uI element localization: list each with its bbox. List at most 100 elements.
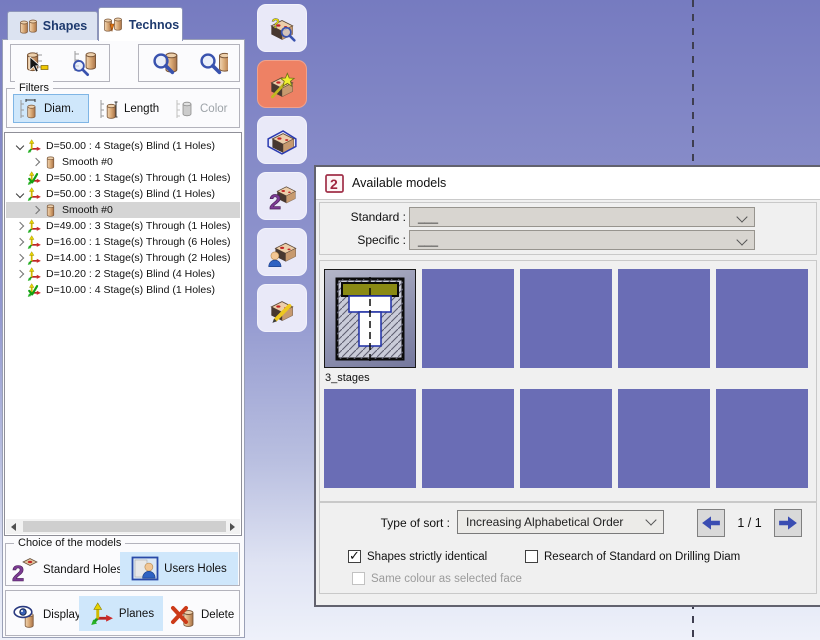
display-label: Display xyxy=(43,609,81,621)
arrow-right-icon xyxy=(778,515,798,531)
tree-item-label: D=16.00 : 1 Stage(s) Through (6 Holes) xyxy=(46,236,231,248)
expander-collapsed-icon[interactable] xyxy=(15,222,23,230)
sort-label: Type of sort : xyxy=(324,516,450,530)
expander-expanded-icon[interactable] xyxy=(15,190,23,198)
users-holes-icon xyxy=(131,556,159,581)
model-slot-empty xyxy=(422,389,514,488)
filter-length-button[interactable]: Length xyxy=(93,94,167,123)
tab-shapes-label: Shapes xyxy=(43,19,87,33)
tree-item[interactable]: D=50.00 : 3 Stage(s) Blind (1 Holes) xyxy=(6,186,240,202)
tree-item-label: Smooth #0 xyxy=(62,204,113,216)
expander-collapsed-icon[interactable] xyxy=(15,254,23,262)
tab-shapes[interactable]: Shapes xyxy=(7,11,98,40)
users-holes-label: Users Holes xyxy=(164,563,227,575)
user-holes-models-button[interactable] xyxy=(257,228,307,276)
dialog-title: Available models xyxy=(352,176,446,190)
analyze-hole-button[interactable]: ? xyxy=(257,4,307,52)
length-filter-icon xyxy=(99,98,119,120)
edit-hole-button[interactable] xyxy=(257,284,307,332)
tree-item[interactable]: D=10.20 : 2 Stage(s) Blind (4 Holes) xyxy=(6,266,240,282)
research-standard-drilling-label: Research of Standard on Drilling Diam xyxy=(544,550,740,564)
filter-diameter-button[interactable]: Diam. xyxy=(13,94,89,123)
scroll-left-arrow[interactable] xyxy=(6,519,21,534)
expander-expanded-icon[interactable] xyxy=(15,142,23,150)
tab-technos[interactable]: Technos xyxy=(98,7,183,41)
select-hole-button[interactable] xyxy=(14,47,58,79)
tree-item-label: D=10.20 : 2 Stage(s) Blind (4 Holes) xyxy=(46,268,215,280)
tree-item-selected[interactable]: Smooth #0 xyxy=(6,202,240,218)
zoom-selected-hole-button[interactable] xyxy=(143,47,187,79)
sort-dropdown[interactable]: Increasing Alphabetical Order xyxy=(457,510,664,534)
next-page-button[interactable] xyxy=(774,509,802,537)
select-hole-icon xyxy=(21,49,51,77)
filter-color-button[interactable]: Color xyxy=(169,94,241,123)
filters-group: Filters Diam. Length Color xyxy=(6,88,240,128)
tree-item[interactable]: D=50.00 : 4 Stage(s) Blind (1 Holes) xyxy=(6,138,240,154)
model-slot-empty xyxy=(324,389,416,488)
same-colour-checkbox xyxy=(352,572,365,585)
tree-item[interactable]: Smooth #0 xyxy=(6,154,240,170)
recognize-holes-button[interactable] xyxy=(257,60,307,108)
search-hole-tree-button[interactable] xyxy=(62,47,106,79)
chevron-down-icon xyxy=(736,211,747,222)
axis-triad-icon xyxy=(27,219,42,234)
tree-item-label: Smooth #0 xyxy=(62,156,113,168)
tree-item[interactable]: D=50.00 : 1 Stage(s) Through (1 Holes) xyxy=(6,170,240,186)
zoom-all-holes-icon xyxy=(198,49,228,77)
specific-field-label: Specific : xyxy=(324,233,406,247)
zoom-all-holes-button[interactable] xyxy=(191,47,235,79)
holes-tree[interactable]: D=50.00 : 4 Stage(s) Blind (1 Holes) Smo… xyxy=(4,132,242,536)
expander-collapsed-icon[interactable] xyxy=(31,206,39,214)
display-button[interactable]: Display xyxy=(7,599,86,631)
shapes-strictly-identical-label: Shapes strictly identical xyxy=(367,550,487,564)
tree-item-label: D=10.00 : 4 Stage(s) Blind (1 Holes) xyxy=(46,284,215,296)
dialog-titlebar[interactable]: 2 Available models xyxy=(316,167,820,200)
model-slot-empty xyxy=(716,389,808,488)
cylinder-icon xyxy=(43,155,58,170)
toolbar-group-edit xyxy=(10,44,110,82)
tree-item[interactable]: D=10.00 : 4 Stage(s) Blind (1 Holes) xyxy=(6,282,240,298)
tree-item[interactable]: D=49.00 : 3 Stage(s) Through (1 Holes) xyxy=(6,218,240,234)
tree-item[interactable]: D=16.00 : 1 Stage(s) Through (6 Holes) xyxy=(6,234,240,250)
available-models-dialog: 2 Available models Standard : ___ Specif… xyxy=(314,165,820,607)
display-eye-icon xyxy=(12,602,38,629)
shapes-strictly-identical-checkbox[interactable] xyxy=(348,550,361,563)
tree-horizontal-scrollbar[interactable] xyxy=(6,519,240,534)
scrollbar-thumb[interactable] xyxy=(23,521,226,532)
previous-page-button[interactable] xyxy=(697,509,725,537)
planes-button[interactable]: Planes xyxy=(79,596,163,631)
tab-technos-label: Technos xyxy=(129,18,179,32)
standard-dropdown[interactable]: ___ xyxy=(409,207,755,227)
face-selection-button[interactable] xyxy=(257,116,307,164)
expander-collapsed-icon[interactable] xyxy=(15,238,23,246)
expander-collapsed-icon[interactable] xyxy=(15,270,23,278)
standard-field-label: Standard : xyxy=(324,210,406,224)
svg-text:2: 2 xyxy=(12,561,24,584)
expander-collapsed-icon[interactable] xyxy=(31,158,39,166)
scroll-right-arrow[interactable] xyxy=(225,519,240,534)
zoom-selected-hole-icon xyxy=(150,49,180,77)
cylinder-icon xyxy=(43,203,58,218)
3-stages-cross-section-drawing xyxy=(328,273,412,364)
user-block-icon xyxy=(266,237,298,267)
research-standard-drilling-checkbox[interactable] xyxy=(525,550,538,563)
standard-dropdown-value: ___ xyxy=(418,210,438,224)
standard-holes-button[interactable]: 2 Standard Holes xyxy=(6,554,127,586)
sort-dropdown-value: Increasing Alphabetical Order xyxy=(466,515,623,529)
specific-dropdown[interactable]: ___ xyxy=(409,230,755,250)
outlined-face-block-icon xyxy=(266,125,298,155)
model-thumbnail-3-stages[interactable] xyxy=(324,269,416,368)
model-slot-empty xyxy=(716,269,808,368)
color-filter-icon xyxy=(175,98,195,120)
tree-item[interactable]: D=14.00 : 1 Stage(s) Through (2 Holes) xyxy=(6,250,240,266)
svg-text:?: ? xyxy=(271,15,279,31)
users-holes-button[interactable]: Users Holes xyxy=(120,552,238,585)
standard-holes-models-button[interactable]: 2 xyxy=(257,172,307,220)
model-slot-empty xyxy=(618,389,710,488)
axis-triad-icon xyxy=(27,267,42,282)
axis-triad-icon xyxy=(27,235,42,250)
delete-cross-icon xyxy=(170,602,196,629)
same-colour-label: Same colour as selected face xyxy=(371,572,522,586)
search-hole-tree-icon xyxy=(69,49,99,77)
delete-button[interactable]: Delete xyxy=(165,599,239,631)
